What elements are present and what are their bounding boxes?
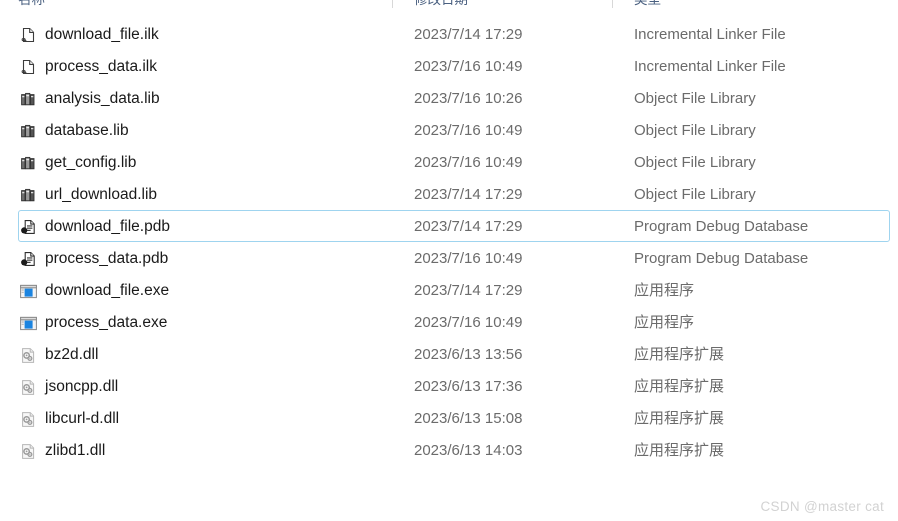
file-name-cell[interactable]: database.lib [19,115,379,147]
file-modified-date-cell: 2023/7/16 10:49 [414,122,523,139]
file-name-label: download_file.pdb [45,218,170,235]
file-name-label: bz2d.dll [45,346,99,363]
file-modified-date-cell: 2023/6/13 13:56 [414,346,523,363]
file-type-cell: Program Debug Database [634,218,809,235]
table-row[interactable]: jsoncpp.dll 2023/6/13 17:36 应用程序扩展 [18,370,890,402]
exe-application-icon [19,314,38,333]
column-divider-name-date[interactable] [392,0,393,8]
file-type-cell: Object File Library [634,186,756,203]
pdb-file-icon [19,250,38,269]
lib-file-icon [19,154,38,173]
ilk-file-icon [19,26,38,45]
file-type-cell: Object File Library [634,154,756,171]
lib-file-icon [19,90,38,109]
file-name-cell[interactable]: download_file.ilk [19,19,379,51]
file-modified-date-cell: 2023/7/16 10:49 [414,250,523,267]
dll-file-icon [19,410,38,429]
file-name-label: zlibd1.dll [45,442,106,459]
file-modified-date-cell: 2023/7/16 10:26 [414,90,523,107]
file-type-cell: 应用程序扩展 [634,442,725,459]
file-modified-date-cell: 2023/6/13 14:03 [414,442,523,459]
file-name-label: process_data.pdb [45,250,169,267]
file-type-cell: 应用程序扩展 [634,410,725,427]
column-header-row: 名称 修改日期 类型 [0,0,898,14]
file-name-cell[interactable]: process_data.pdb [19,243,379,275]
table-row[interactable]: process_data.ilk 2023/7/16 10:49 Increment… [18,50,890,82]
file-name-cell[interactable]: process_data.exe [19,307,379,339]
column-header-type[interactable]: 类型 [634,0,661,14]
table-row[interactable]: libcurl-d.dll 2023/6/13 15:08 应用程序扩展 [18,402,890,434]
file-name-cell[interactable]: bz2d.dll [19,339,379,371]
file-type-cell: Incremental Linker File [634,26,786,43]
file-name-label: url_download.lib [45,186,158,203]
watermark-text: CSDN @master cat [760,499,884,514]
file-name-cell[interactable]: zlibd1.dll [19,435,379,467]
file-type-cell: 应用程序扩展 [634,378,725,395]
file-type-cell: Object File Library [634,122,756,139]
table-row[interactable]: analysis_data.lib 2023/7/16 10:26 Object F… [18,82,890,114]
lib-file-icon [19,186,38,205]
ilk-file-icon [19,58,38,77]
file-type-cell: 应用程序扩展 [634,346,725,363]
table-row[interactable]: bz2d.dll 2023/6/13 13:56 应用程序扩展 [18,338,890,370]
file-name-cell[interactable]: process_data.ilk [19,51,379,83]
file-name-label: jsoncpp.dll [45,378,119,395]
file-name-label: process_data.ilk [45,58,158,75]
column-header-name[interactable]: 名称 [18,0,45,14]
file-modified-date-cell: 2023/7/16 10:49 [414,154,523,171]
table-row[interactable]: download_file.exe 2023/7/14 17:29 应用程序 [18,274,890,306]
exe-application-icon [19,282,38,301]
dll-file-icon [19,442,38,461]
file-name-cell[interactable]: url_download.lib [19,179,379,211]
pdb-file-icon [19,218,38,237]
file-type-cell: 应用程序 [634,282,695,299]
file-modified-date-cell: 2023/7/14 17:29 [414,282,523,299]
file-modified-date-cell: 2023/7/16 10:49 [414,58,523,75]
file-name-cell[interactable]: get_config.lib [19,147,379,179]
file-name-cell[interactable]: jsoncpp.dll [19,371,379,403]
table-row[interactable]: process_data.pdb 2023/7/16 10:49 Program D… [18,242,890,274]
table-row[interactable]: url_download.lib 2023/7/14 17:29 Object Fi… [18,178,890,210]
file-name-cell[interactable]: libcurl-d.dll [19,403,379,435]
table-row[interactable]: zlibd1.dll 2023/6/13 14:03 应用程序扩展 [18,434,890,466]
dll-file-icon [19,346,38,365]
table-row[interactable]: download_file.ilk 2023/7/14 17:29 Incremen… [18,18,890,50]
column-divider-date-type[interactable] [612,0,613,8]
file-modified-date-cell: 2023/7/14 17:29 [414,26,523,43]
table-row[interactable]: download_file.pdb 2023/7/14 17:29 Program … [18,210,890,242]
file-name-label: process_data.exe [45,314,168,331]
file-type-cell: Program Debug Database [634,250,809,267]
lib-file-icon [19,122,38,141]
file-name-label: libcurl-d.dll [45,410,120,427]
file-modified-date-cell: 2023/6/13 17:36 [414,378,523,395]
file-name-cell[interactable]: analysis_data.lib [19,83,379,115]
table-row[interactable]: get_config.lib 2023/7/16 10:49 Object File… [18,146,890,178]
file-modified-date-cell: 2023/7/16 10:49 [414,314,523,331]
file-modified-date-cell: 2023/7/14 17:29 [414,186,523,203]
column-header-date[interactable]: 修改日期 [414,0,468,14]
file-name-label: analysis_data.lib [45,90,160,107]
file-name-label: database.lib [45,122,129,139]
file-type-cell: 应用程序 [634,314,695,331]
file-name-label: download_file.exe [45,282,170,299]
file-list: download_file.ilk 2023/7/14 17:29 Incremen… [0,18,898,466]
file-name-label: get_config.lib [45,154,137,171]
file-explorer-list-view: 名称 修改日期 类型 download_file.ilk 2023/7/14 17… [0,0,898,521]
file-name-cell[interactable]: download_file.pdb [19,211,379,243]
table-row[interactable]: process_data.exe 2023/7/16 10:49 应用程序 [18,306,890,338]
file-type-cell: Incremental Linker File [634,58,786,75]
file-name-cell[interactable]: download_file.exe [19,275,379,307]
file-type-cell: Object File Library [634,90,756,107]
file-modified-date-cell: 2023/6/13 15:08 [414,410,523,427]
table-row[interactable]: database.lib 2023/7/16 10:49 Object File L… [18,114,890,146]
dll-file-icon [19,378,38,397]
file-modified-date-cell: 2023/7/14 17:29 [414,218,523,235]
file-name-label: download_file.ilk [45,26,159,43]
